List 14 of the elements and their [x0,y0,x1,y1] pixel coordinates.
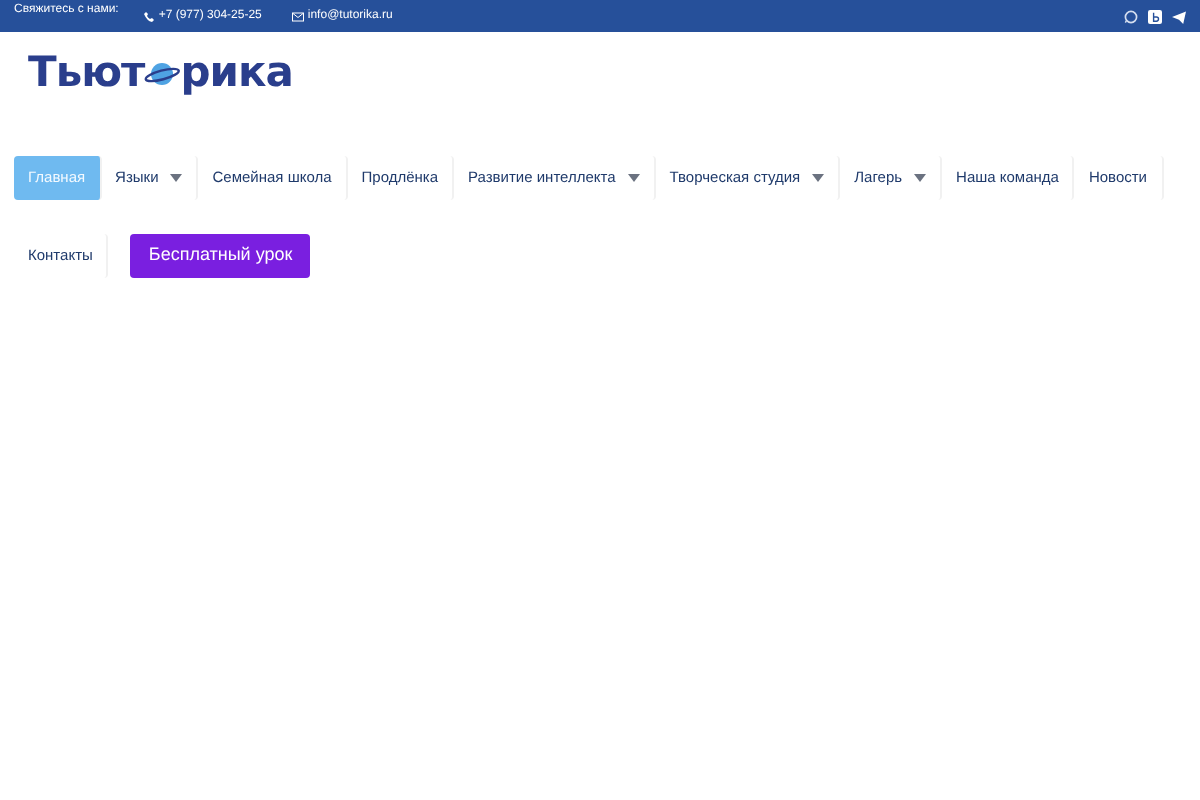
caret-icon [812,174,825,182]
logo[interactable]: Тьют рика [28,50,1200,98]
telegram-icon[interactable] [1172,9,1186,23]
caret-icon [170,174,183,182]
free-lesson-button[interactable]: Бесплатный урок [130,234,311,278]
whatsapp-icon[interactable] [1124,9,1138,23]
phone-icon [144,11,155,21]
caret-icon [627,174,640,182]
caret-icon [914,174,927,182]
vk-icon[interactable] [1148,9,1162,23]
logo-text: Тьют [28,46,145,101]
mail-icon [291,11,304,21]
planet-icon [144,60,181,88]
logo-text: рика [180,46,293,101]
